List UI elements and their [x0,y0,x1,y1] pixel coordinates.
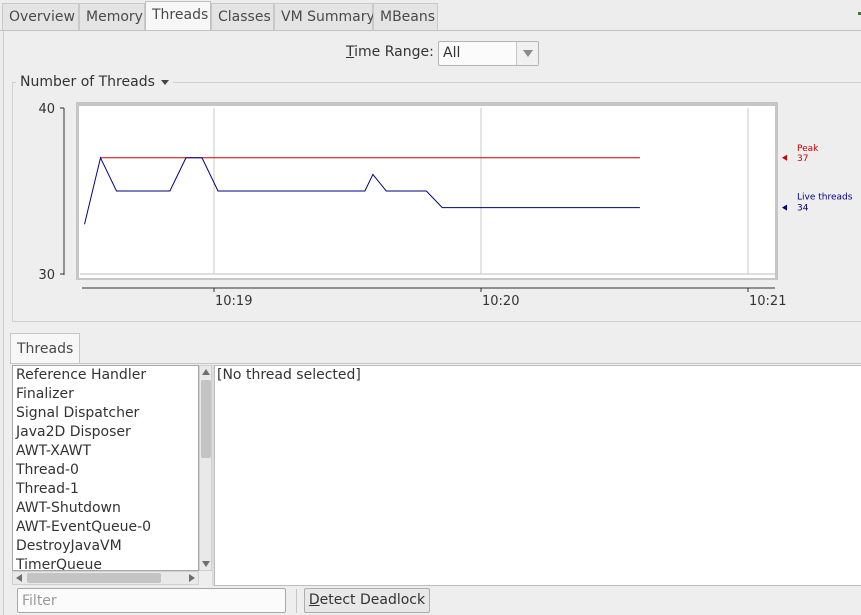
peak-legend-value: 37 [797,154,808,164]
filter-input[interactable] [17,588,286,613]
x-tick-label: 10:21 [749,294,786,309]
thread-list-item[interactable]: AWT-XAWT [13,442,198,461]
thread-list-item[interactable]: AWT-Shutdown [13,499,198,518]
toolbar-separator [296,589,297,613]
tab-threads-list[interactable]: Threads [10,333,81,364]
thread-list-vertical-scrollbar[interactable] [199,365,212,571]
scroll-right-icon[interactable] [189,574,195,582]
thread-detail-text: [No thread selected] [217,367,361,383]
live-legend-label: Live threads [797,193,853,203]
scrollbar-thumb[interactable] [201,380,211,458]
thread-list-item[interactable]: Java2D Disposer [13,423,198,442]
threads-chart: 40 30 10:19 10:20 10:21 Peak 37 Live threa… [38,102,853,309]
detect-deadlock-mnemonic: D [308,592,320,608]
peak-legend-label: Peak [797,144,819,154]
y-tick-label-bottom: 30 [38,268,55,283]
thread-list-item[interactable]: Reference Handler [13,366,198,385]
live-marker-icon [782,204,787,211]
thread-list-item[interactable]: Thread-1 [13,480,198,499]
thread-detail-panel: [No thread selected] [214,365,861,586]
thread-list-horizontal-scrollbar[interactable] [12,571,199,585]
scrollbar-thumb-horizontal[interactable] [27,573,161,583]
scroll-left-icon[interactable] [16,574,22,582]
thread-list-item[interactable]: Thread-0 [13,461,198,480]
x-tick-label: 10:20 [482,294,519,309]
thread-list-item[interactable]: Finalizer [13,385,198,404]
x-tick-label: 10:19 [215,294,252,309]
scroll-down-icon[interactable] [202,561,210,567]
threads-tab-divider [10,363,861,364]
detect-deadlock-label: etect Deadlock [319,592,426,608]
thread-list-item[interactable]: AWT-EventQueue-0 [13,518,198,537]
x-ticks: 10:19 10:20 10:21 [213,288,786,309]
thread-list-item[interactable]: TimerQueue [13,556,198,570]
thread-list[interactable]: Reference Handler Finalizer Signal Dispatc… [12,365,199,571]
live-legend-value: 34 [797,204,809,214]
y-tick-label-top: 40 [38,102,55,117]
scroll-up-icon[interactable] [202,369,210,375]
detect-deadlock-button[interactable]: Detect Deadlock [304,588,430,613]
thread-list-item[interactable]: DestroyJavaVM [13,537,198,556]
thread-list-item[interactable]: Signal Dispatcher [13,404,198,423]
peak-marker-icon [782,154,787,161]
